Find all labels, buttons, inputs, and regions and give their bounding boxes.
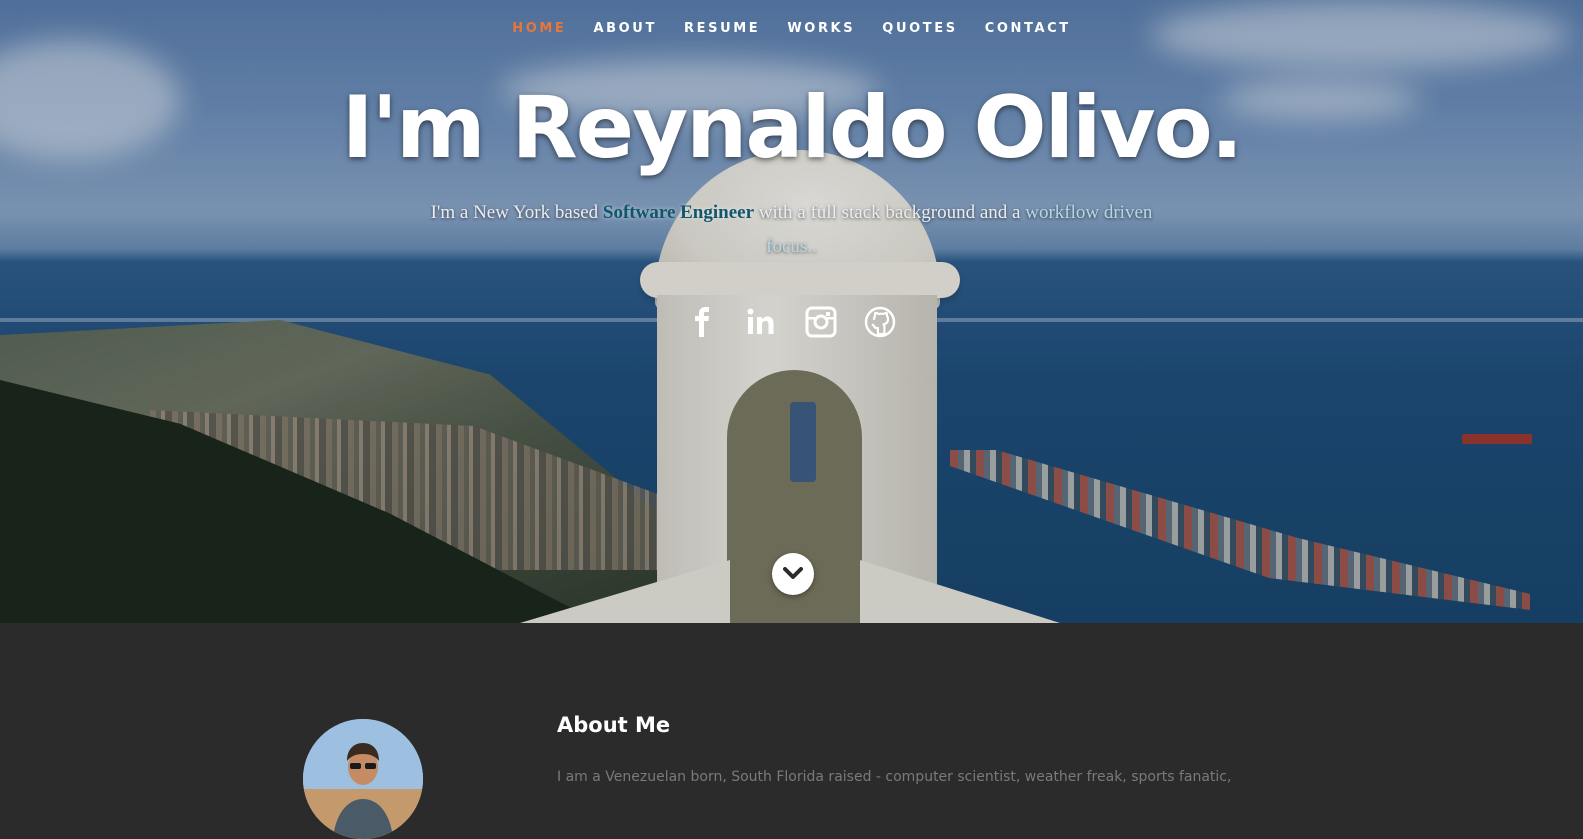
hero-headline: I'm Reynaldo Olivo. bbox=[341, 78, 1244, 178]
intro-prefix: I'm a New York based bbox=[430, 202, 603, 223]
hero-section: HOME ABOUT RESUME WORKS QUOTES CONTACT I… bbox=[0, 0, 1583, 623]
avatar bbox=[303, 719, 423, 839]
instagram-icon[interactable] bbox=[804, 305, 838, 339]
nav-works[interactable]: WORKS bbox=[787, 21, 855, 36]
hero-intro: I'm a New York based Software Engineer w… bbox=[430, 196, 1153, 264]
github-icon[interactable] bbox=[863, 305, 897, 339]
about-section: About Me I am a Venezuelan born, South F… bbox=[0, 623, 1583, 839]
intro-middle: with a full stack background and a bbox=[754, 202, 1026, 223]
nav-home[interactable]: HOME bbox=[512, 21, 566, 36]
about-title: About Me bbox=[557, 713, 671, 737]
main-nav: HOME ABOUT RESUME WORKS QUOTES CONTACT bbox=[0, 17, 1583, 36]
facebook-icon[interactable] bbox=[686, 305, 720, 339]
nav-quotes[interactable]: QUOTES bbox=[882, 21, 957, 36]
scroll-down-button[interactable] bbox=[772, 553, 814, 595]
linkedin-icon[interactable] bbox=[745, 305, 779, 339]
chevron-down-icon bbox=[783, 567, 803, 579]
about-text: I am a Venezuelan born, South Florida ra… bbox=[557, 769, 1232, 785]
social-links bbox=[0, 305, 1583, 339]
intro-highlight: Software Engineer bbox=[602, 202, 755, 223]
nav-resume[interactable]: RESUME bbox=[684, 21, 760, 36]
nav-about[interactable]: ABOUT bbox=[593, 21, 656, 36]
nav-contact[interactable]: CONTACT bbox=[985, 21, 1071, 36]
